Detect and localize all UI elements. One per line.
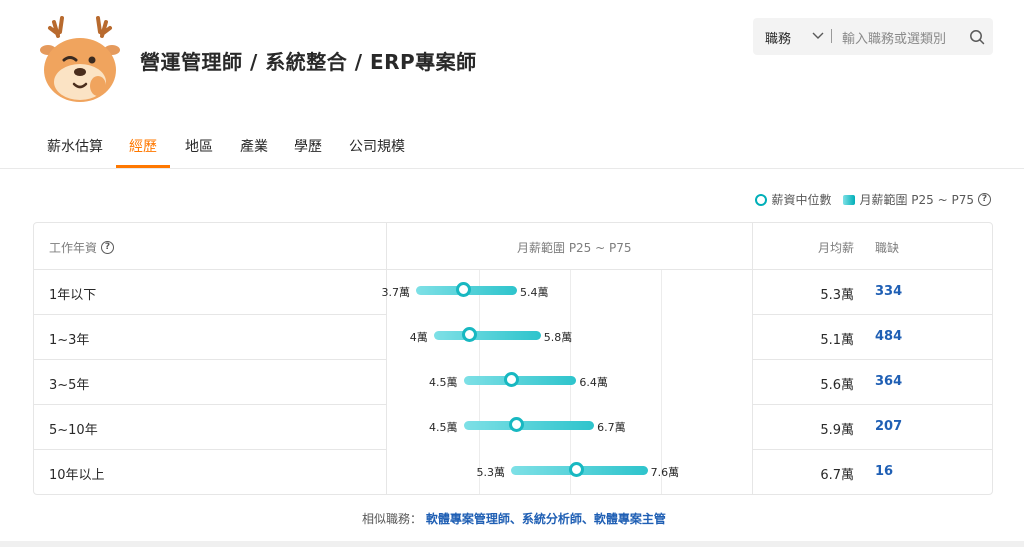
tab-education[interactable]: 學歷: [294, 136, 322, 156]
p75-label: 5.4萬: [519, 286, 549, 299]
p25-label: 5.3萬: [476, 466, 506, 479]
tab-salary-estimate[interactable]: 薪水估算: [47, 136, 103, 156]
table-row: 1年以下 3.7萬 5.4萬 5.3萬 334: [34, 270, 992, 315]
table-row: 3~5年 4.5萬 6.4萬 5.6萬 364: [34, 360, 992, 405]
search-icon[interactable]: [969, 29, 985, 45]
tab-experience[interactable]: 經歷: [129, 136, 157, 156]
search-divider: [831, 29, 832, 43]
chevron-down-icon[interactable]: [812, 31, 824, 41]
avg-salary-cell: 5.9萬: [820, 423, 854, 438]
salary-range-bar: [463, 376, 577, 385]
similar-jobs-prefix: 相似職務：: [362, 512, 423, 526]
median-marker: [503, 372, 519, 387]
years-cell: 10年以上: [49, 468, 105, 483]
range-legend-label: 月薪範圍 P25 ~ P75: [859, 193, 974, 207]
header-years: 工作年資 ?: [49, 239, 115, 256]
openings-link[interactable]: 484: [875, 329, 902, 344]
range-legend-icon: [843, 194, 856, 205]
median-marker: [461, 327, 477, 342]
help-icon[interactable]: ?: [978, 193, 991, 206]
p75-label: 7.6萬: [650, 466, 680, 479]
tab-region[interactable]: 地區: [185, 136, 213, 156]
p25-label: 3.7萬: [381, 286, 410, 299]
tab-company-size[interactable]: 公司規模: [349, 136, 405, 156]
openings-link[interactable]: 207: [875, 419, 902, 434]
search-bar: 職務 輸入職務或選類別: [753, 18, 993, 55]
median-legend-icon: [755, 193, 768, 206]
median-legend-label: 薪資中位數: [771, 193, 832, 207]
table-row: 10年以上 5.3萬 7.6萬 6.7萬 16: [34, 450, 992, 495]
avg-salary-cell: 5.6萬: [820, 378, 854, 393]
search-category-select[interactable]: 職務: [765, 28, 791, 47]
table-row: 1~3年 4萬 5.8萬 5.1萬 484: [34, 315, 992, 360]
salary-table: 工作年資 ? 月薪範圍 P25 ~ P75 月均薪 職缺 1年以下 3.7萬 5…: [33, 222, 993, 495]
tab-divider: [0, 168, 1024, 169]
salary-range-bar: [433, 331, 541, 340]
header-avg: 月均薪: [818, 241, 855, 255]
avg-salary-cell: 5.1萬: [820, 333, 854, 348]
footer-band: [0, 541, 1024, 547]
p25-label: 4.5萬: [429, 376, 458, 389]
p75-label: 6.4萬: [579, 376, 608, 389]
years-cell: 1年以下: [49, 288, 97, 303]
openings-link[interactable]: 16: [875, 464, 893, 479]
median-marker: [456, 282, 471, 297]
chart-legend: 薪資中位數 月薪範圍 P25 ~ P75 ?: [755, 191, 991, 208]
p25-label: 4.5萬: [429, 421, 458, 434]
header-years-label: 工作年資: [49, 241, 98, 255]
deer-mascot-icon: [40, 16, 120, 102]
search-input[interactable]: 輸入職務或選類別: [842, 28, 946, 47]
similar-jobs-links[interactable]: 軟體專案管理師、系統分析師、軟體專案主管: [426, 512, 666, 526]
p25-label: 4萬: [409, 331, 428, 344]
p75-label: 6.7萬: [597, 421, 626, 434]
page-title: 營運管理師 / 系統整合 / ERP專案師: [140, 50, 477, 74]
avg-salary-cell: 5.3萬: [820, 288, 854, 303]
avg-salary-cell: 6.7萬: [820, 468, 854, 483]
header-openings: 職缺: [875, 241, 900, 255]
help-icon[interactable]: ?: [101, 241, 115, 254]
table-row: 5~10年 4.5萬 6.7萬 5.9萬 207: [34, 405, 992, 450]
tab-industry[interactable]: 產業: [240, 136, 268, 156]
years-cell: 1~3年: [49, 333, 90, 348]
salary-range-bar: [463, 421, 595, 430]
median-marker: [568, 462, 584, 477]
similar-jobs: 相似職務： 軟體專案管理師、系統分析師、軟體專案主管: [362, 510, 666, 527]
years-cell: 5~10年: [49, 423, 98, 438]
openings-link[interactable]: 364: [875, 374, 902, 389]
p75-label: 5.8萬: [543, 331, 573, 344]
header-range: 月薪範圍 P25 ~ P75: [517, 241, 632, 255]
years-cell: 3~5年: [49, 378, 90, 393]
page-header: 營運管理師 / 系統整合 / ERP專案師 職務 輸入職務或選類別: [0, 0, 1024, 118]
openings-link[interactable]: 334: [875, 284, 902, 299]
